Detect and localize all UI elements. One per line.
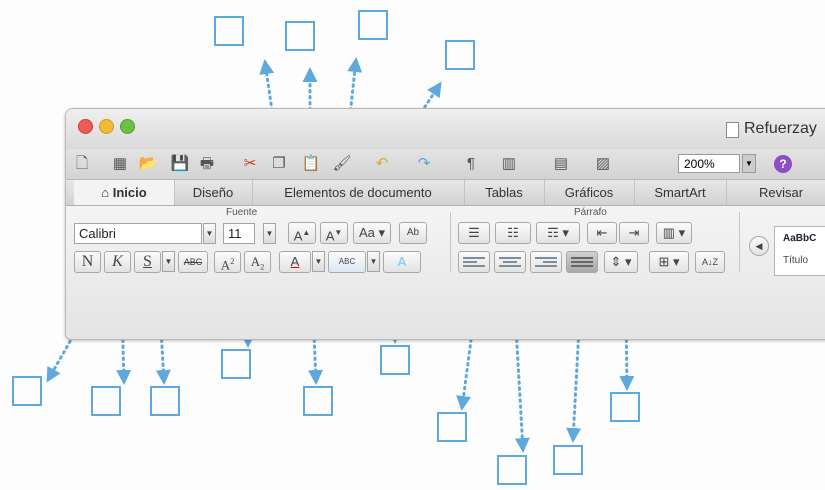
highlight-dropdown[interactable]: ▼ [367,251,380,272]
print-icon[interactable]: 🖶 [197,154,217,174]
bullets-icon: ☰ [468,225,480,240]
styles-scroll-left-button[interactable]: ◀ [749,236,769,256]
group-divider [450,212,451,272]
columns-button[interactable]: ▥ ▾ [656,222,692,244]
app-window: Refuerzay 🗋 ▦ 📂 💾 🖶 ✂ ❐ 📋 🖌 ↶ ↷ ¶ ▥ ▤ ▨ … [65,108,825,340]
increase-indent-button[interactable]: ⇥ [619,222,649,244]
format-painter-icon[interactable]: 🖌 [332,154,352,174]
style-preview: AaBbC [783,233,817,244]
zoom-dropdown[interactable]: ▼ [742,154,756,173]
zoom-window-button[interactable] [120,119,135,134]
pilcrow-icon[interactable]: ¶ [461,154,481,174]
font-color-button[interactable]: A [279,251,311,273]
title-bar: Refuerzay [66,109,825,149]
bullets-button[interactable]: ☰ [458,222,490,244]
sort-icon: A↓Z [701,257,718,267]
save-icon[interactable]: 💾 [170,154,190,174]
paragraph-group-title: Párrafo [574,207,607,218]
line-spacing-icon: ⇕ ▾ [610,254,632,269]
templates-icon[interactable]: ▦ [110,154,130,174]
zoom-field[interactable]: 200% [678,154,740,173]
align-left-button[interactable] [458,251,490,273]
bold-button[interactable]: N [74,251,101,273]
strikethrough-button[interactable]: ABC [178,251,208,273]
sort-button[interactable]: A↓Z [695,251,725,273]
close-window-button[interactable] [78,119,93,134]
align-center-button[interactable] [494,251,526,273]
subscript-button[interactable]: A2 [244,251,271,273]
align-right-icon [535,255,557,269]
copy-icon[interactable]: ❐ [269,154,289,174]
underline-button[interactable]: S [134,251,161,273]
change-case-button[interactable]: Aa ▾ [353,222,391,244]
font-size-field[interactable]: 11 [223,223,255,244]
italic-button[interactable]: K [104,251,131,273]
columns-icon: ▥ ▾ [662,225,686,240]
styles-gallery[interactable]: AaBbC Título [774,226,825,276]
tab-revisar[interactable]: Revisar [726,180,825,205]
multilevel-list-button[interactable]: ☶ ▾ [536,222,580,244]
group-divider [739,212,740,272]
redo-icon[interactable]: ↷ [414,154,434,174]
tab-graficos[interactable]: Gráficos [544,180,635,205]
minimize-window-button[interactable] [99,119,114,134]
ribbon-content: Fuente Párrafo Calibri ▼ 11 ▼ A▲ A▼ Aa ▾… [66,206,825,339]
font-name-dropdown[interactable]: ▼ [203,223,216,244]
borders-icon: ⊞ ▾ [658,254,680,269]
tab-smartart[interactable]: SmartArt [634,180,727,205]
open-icon[interactable]: 📂 [138,154,158,174]
justify-icon [571,255,593,269]
align-left-icon [463,255,485,269]
line-spacing-button[interactable]: ⇕ ▾ [604,251,638,273]
decrease-indent-icon: ⇤ [596,225,608,240]
align-right-button[interactable] [530,251,562,273]
media-browser-icon[interactable]: ▤ [551,154,571,174]
font-color-dropdown[interactable]: ▼ [312,251,325,272]
paste-icon[interactable]: 📋 [301,154,321,174]
tab-inicio[interactable]: ⌂ Inicio [74,180,175,205]
numbering-icon: ☷ [507,225,519,240]
ribbon-tabs: ⌂ Inicio Diseño Elementos de documento T… [66,180,825,206]
align-center-icon [499,255,521,269]
decrease-indent-button[interactable]: ⇤ [587,222,617,244]
highlight-button[interactable]: ABC [328,251,366,273]
help-icon[interactable]: ? [774,155,792,173]
home-icon: ⌂ [101,185,113,200]
shrink-font-button[interactable]: A▼ [320,222,348,244]
grow-font-button[interactable]: A▲ [288,222,316,244]
standard-toolbar: 🗋 ▦ 📂 💾 🖶 ✂ ❐ 📋 🖌 ↶ ↷ ¶ ▥ ▤ ▨ 200% ▼ ? [66,149,825,180]
superscript-button[interactable]: A2 [214,251,241,273]
multilevel-list-icon: ☶ ▾ [547,225,569,240]
style-name: Título [783,255,809,266]
gallery-icon[interactable]: ▨ [593,154,613,174]
increase-indent-icon: ⇥ [628,225,640,240]
sidebar-icon[interactable]: ▥ [499,154,519,174]
clear-formatting-button[interactable]: Ab [399,222,427,244]
new-document-icon[interactable]: 🗋 [72,154,92,174]
font-group-title: Fuente [226,207,258,218]
numbering-button[interactable]: ☷ [495,222,531,244]
tab-diseno[interactable]: Diseño [174,180,253,205]
tab-elementos-documento[interactable]: Elementos de documento [252,180,465,205]
document-icon [726,122,739,138]
window-title: Refuerzay [744,120,817,137]
borders-button[interactable]: ⊞ ▾ [649,251,689,273]
cut-icon[interactable]: ✂ [240,154,260,174]
font-size-dropdown[interactable]: ▼ [263,223,276,244]
justify-button[interactable] [566,251,598,273]
tab-tablas[interactable]: Tablas [464,180,545,205]
undo-icon[interactable]: ↶ [372,154,392,174]
font-name-field[interactable]: Calibri [74,223,202,244]
text-effects-button[interactable]: A [383,251,421,273]
underline-dropdown[interactable]: ▼ [162,251,175,272]
